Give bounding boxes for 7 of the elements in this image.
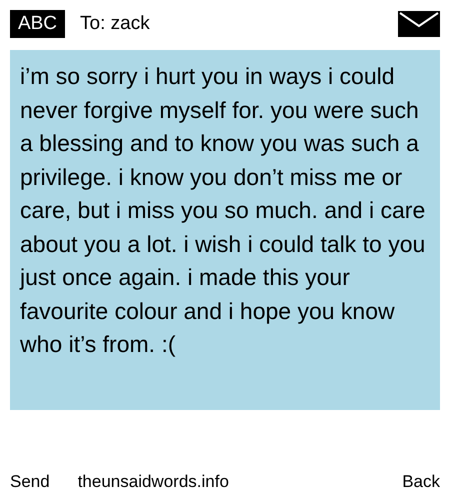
message-text: i’m so sorry i hurt you in ways i could never forgive myself for. you were such a blessing and to know you was such a privilege. i know you don’t miss me or care, but i miss you so much. and i care about you a lot. i wish i could talk to you just once again. i made this your favourite colour and i hope you know who it’s from. :( (10, 50, 440, 410)
send-button[interactable]: Send (10, 468, 50, 494)
badge-label: ABC (10, 10, 65, 38)
site-link[interactable]: theunsaidwords.info (78, 468, 229, 494)
recipient-label: To: zack (80, 12, 150, 36)
envelope-icon[interactable] (398, 11, 440, 37)
back-button[interactable]: Back (402, 468, 440, 494)
